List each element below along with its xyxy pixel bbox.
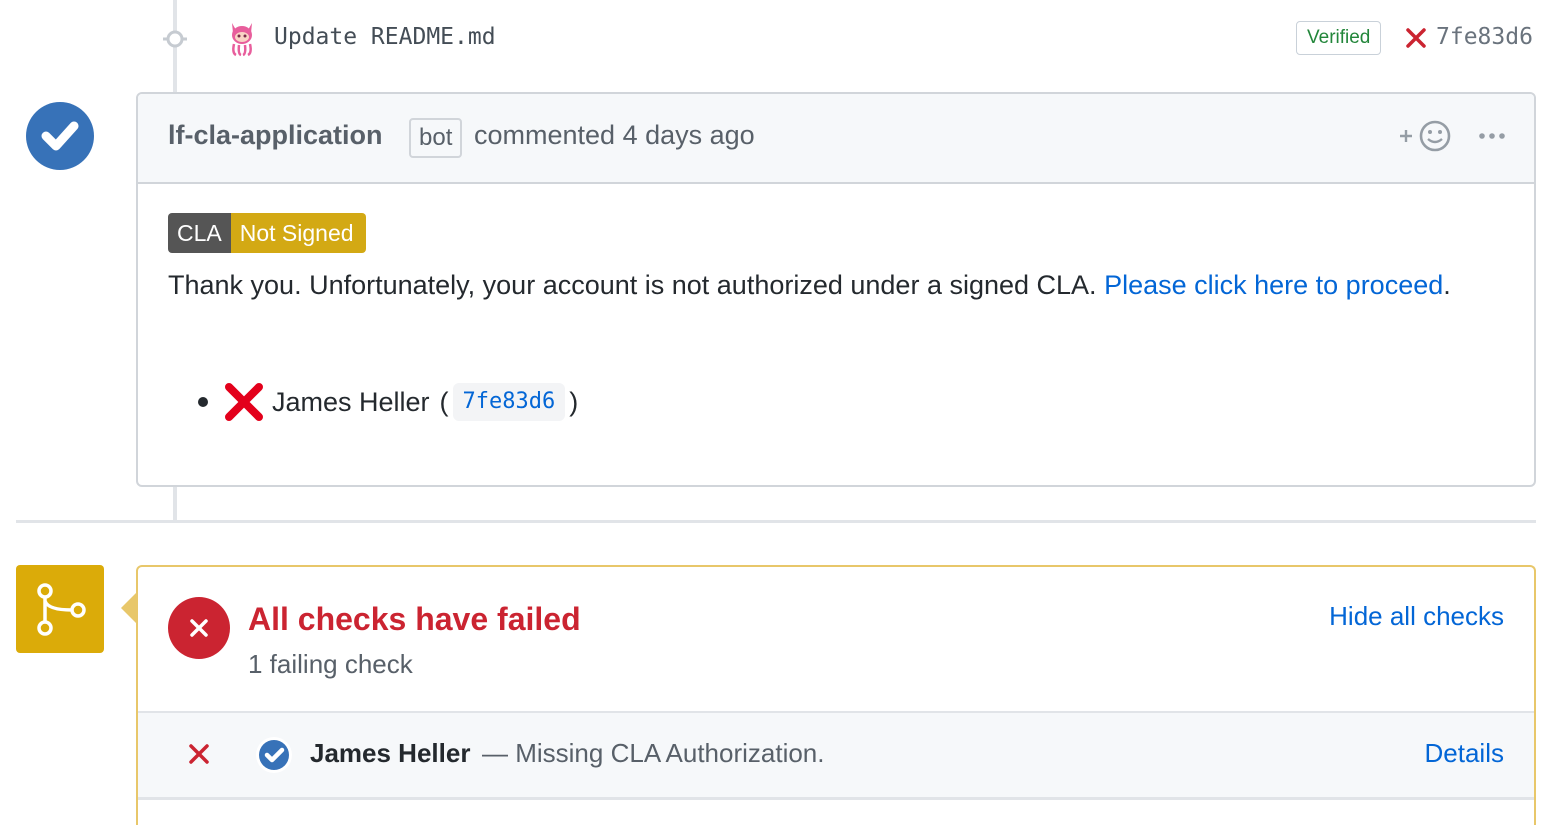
check-name: James Heller [310, 738, 471, 768]
comment-text-end: . [1443, 270, 1451, 300]
x-icon[interactable] [1405, 27, 1427, 49]
cla-status-badge[interactable]: CLA Not Signed [168, 213, 366, 253]
checks-panel: All checks have failed 1 failing check H… [136, 565, 1536, 825]
comment-card: lf-cla-application bot commented 4 days … [136, 92, 1536, 487]
hide-all-checks-button[interactable]: Hide all checks [1329, 601, 1504, 632]
close-paren: ) [569, 387, 579, 417]
timeline-line-middle [173, 487, 177, 520]
check-description: — Missing CLA Authorization. [482, 738, 825, 768]
comment-body: Thank you. Unfortunately, your account i… [168, 264, 1488, 306]
checks-caret [121, 592, 137, 624]
timeline-divider [16, 520, 1536, 523]
verified-badge[interactable]: Verified [1296, 21, 1382, 55]
commit-sha-link[interactable]: 7fe83d6 [1436, 24, 1533, 50]
bot-avatar-icon[interactable] [26, 102, 94, 170]
open-paren: ( [439, 387, 449, 417]
signer-name: James Heller [272, 387, 430, 417]
checks-subtitle: 1 failing check [248, 649, 413, 679]
checks-title: All checks have failed [248, 601, 581, 637]
list-item: James Heller ( 7fe83d6 ) [198, 381, 578, 423]
kebab-horizontal-icon[interactable] [1478, 130, 1506, 142]
git-branch-icon [37, 583, 86, 636]
merge-status-icon-box [16, 565, 104, 653]
cla-badge-status: Not Signed [230, 213, 366, 253]
cla-badge-label: CLA [168, 213, 231, 253]
comment-header: lf-cla-application bot commented 4 days … [138, 94, 1534, 184]
bot-label: bot [409, 118, 463, 158]
commit-node-icon [163, 30, 187, 48]
add-reaction-icon[interactable] [1398, 118, 1454, 154]
comment-text: Thank you. Unfortunately, your account i… [168, 270, 1105, 300]
check-row: James Heller — Missing CLA Authorization… [138, 711, 1534, 800]
cross-mark-icon [225, 383, 263, 421]
octocat-avatar-icon[interactable] [226, 17, 258, 57]
cla-bot-avatar-icon [256, 737, 292, 773]
proceed-link[interactable]: Please click here to proceed [1104, 270, 1443, 300]
x-icon [189, 744, 209, 764]
check-details-link[interactable]: Details [1425, 738, 1504, 769]
comment-timestamp[interactable]: commented 4 days ago [474, 120, 755, 151]
comment-author-link[interactable]: lf-cla-application [168, 120, 383, 151]
bullet [198, 397, 208, 407]
commit-message-link[interactable]: Update README.md [274, 24, 496, 50]
failed-status-icon [168, 597, 230, 659]
signer-commit-sha-link[interactable]: 7fe83d6 [452, 383, 566, 421]
